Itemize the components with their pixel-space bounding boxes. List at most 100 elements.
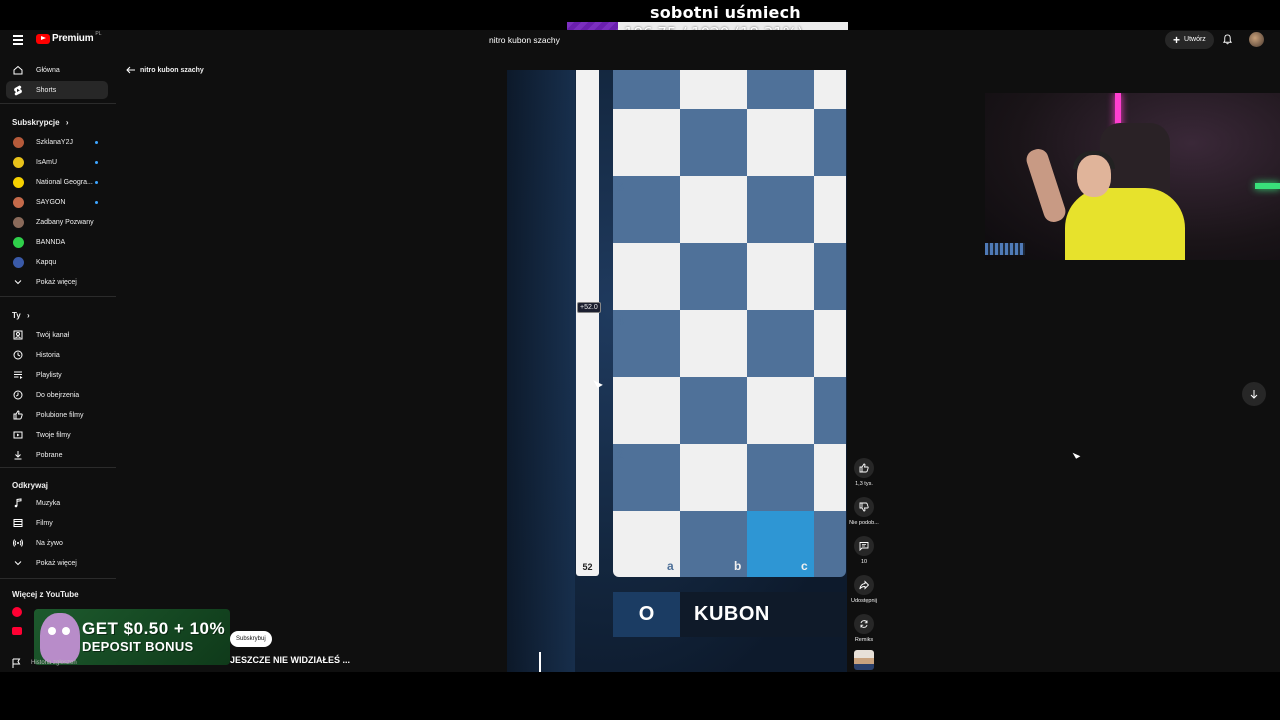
report-history-label: Historia zgłoszeń	[31, 660, 77, 666]
sidebar-item-label: BANNDA	[36, 238, 66, 246]
sidebar: Główna Shorts Subskrypcje › SzklanaY2J Is…	[0, 30, 116, 672]
thumbs-up-icon	[854, 458, 874, 478]
dislike-button[interactable]: Nie podob...	[848, 497, 880, 526]
sound-thumbnail[interactable]	[854, 650, 874, 670]
sidebar-item-your-videos[interactable]: Twoje filmy	[6, 426, 108, 444]
sidebar-item-subscription[interactable]: Pokaż więcej	[6, 273, 108, 291]
sidebar-item-live[interactable]: Na żywo	[6, 534, 108, 552]
playlist-icon	[12, 370, 24, 380]
sidebar-item-label: Polubione filmy	[36, 411, 84, 419]
subscribe-button[interactable]: Subskrybuj	[230, 631, 272, 647]
chess-board: 7 6 5 4 3 2 1 a b c	[613, 70, 846, 577]
sidebar-item-label: National Geogra...	[36, 178, 93, 186]
board-square	[747, 109, 814, 176]
sidebar-item-watch-later[interactable]: Do obejrzenia	[6, 386, 108, 404]
share-label: Udostępnij	[851, 598, 877, 604]
account-avatar[interactable]	[1249, 32, 1264, 47]
sidebar-item-subscription[interactable]: National Geogra...	[6, 173, 108, 191]
board-square	[680, 377, 747, 444]
channel-avatar	[12, 156, 24, 168]
youtube-music-icon[interactable]	[12, 607, 22, 617]
board-square	[680, 109, 747, 176]
create-button[interactable]: + Utwórz	[1165, 31, 1214, 49]
home-icon	[12, 65, 24, 75]
sidebar-divider	[0, 103, 116, 104]
chevron-down-icon	[12, 277, 24, 287]
sidebar-item-subscription[interactable]: Zadbany Pozwany	[6, 213, 108, 231]
board-square	[747, 176, 814, 243]
sidebar-item-label: Twoje filmy	[36, 431, 71, 439]
sidebar-item-playlist[interactable]: Playlisty	[6, 366, 108, 384]
sidebar-item-subscription[interactable]: SzklanaY2J	[6, 133, 108, 151]
back-label: nitro kubon szachy	[140, 66, 204, 74]
board-square	[814, 109, 846, 176]
channel-icon	[12, 330, 24, 340]
sidebar-item-chevron-down[interactable]: Pokaż więcej	[6, 554, 108, 572]
board-square	[814, 70, 846, 109]
board-square	[814, 444, 846, 511]
board-square	[613, 70, 680, 109]
rank-label: 1	[617, 515, 624, 529]
ad-banner[interactable]: GET $0.50 + 10% DEPOSIT BONUS	[34, 609, 230, 665]
sidebar-item-subscription[interactable]: Kapqu	[6, 253, 108, 271]
board-square	[814, 176, 846, 243]
sidebar-item-like[interactable]: Polubione filmy	[6, 406, 108, 424]
music-icon	[12, 498, 24, 508]
sidebar-item-label: Historia	[36, 351, 60, 359]
player-name: KUBON	[694, 603, 770, 625]
like-button[interactable]: 1,3 tys.	[848, 458, 880, 487]
sidebar-item-label: SAYGON	[36, 198, 66, 206]
board-square	[680, 243, 747, 310]
back-button[interactable]: nitro kubon szachy	[126, 66, 204, 74]
sidebar-item-subscription[interactable]: BANNDA	[6, 233, 108, 251]
next-short-button[interactable]	[1242, 382, 1266, 406]
remix-button[interactable]: Remiks	[848, 614, 880, 643]
search-input[interactable]: nitro kubon szachy	[483, 31, 568, 49]
player-background	[507, 70, 575, 672]
channel-avatar	[12, 256, 24, 268]
sidebar-item-film[interactable]: Filmy	[6, 514, 108, 532]
sidebar-item-label: Na żywo	[36, 539, 63, 547]
like-icon	[12, 410, 24, 420]
sidebar-item-music[interactable]: Muzyka	[6, 494, 108, 512]
arrow-down-icon	[1250, 390, 1258, 399]
board-square	[814, 511, 846, 577]
film-icon	[12, 518, 24, 528]
sidebar-item-label: IsAmU	[36, 158, 57, 166]
plus-icon: +	[1173, 33, 1181, 47]
more-from-youtube-label: Więcej z YouTube	[12, 590, 79, 599]
ad-subline: DEPOSIT BONUS	[82, 639, 194, 654]
sidebar-item-report-history[interactable]: Historia zgłoszeń	[12, 658, 77, 668]
player-piece-letter: O	[613, 592, 680, 637]
comment-icon	[854, 536, 874, 556]
bell-icon[interactable]	[1222, 34, 1233, 45]
sidebar-item-label: Pokaż więcej	[36, 278, 77, 286]
rank-label: 6	[617, 180, 624, 194]
sidebar-item-home[interactable]: Główna	[6, 61, 108, 79]
comments-button[interactable]: 10	[848, 536, 880, 565]
sidebar-item-subscription[interactable]: IsAmU	[6, 153, 108, 171]
youtube-kids-icon[interactable]	[12, 627, 22, 635]
channel-avatar	[12, 136, 24, 148]
sidebar-item-history[interactable]: Historia	[6, 346, 108, 364]
player-nameplate: O KUBON	[613, 592, 846, 637]
ad-mascot-image	[40, 613, 80, 663]
shorts-player[interactable]: 52 +52.0 7 6 5 4 3 2 1 a b c O KUBON	[507, 70, 847, 672]
new-content-dot	[95, 200, 98, 204]
board-square	[747, 310, 814, 377]
sidebar-item-channel[interactable]: Twój kanał	[6, 326, 108, 344]
subscriptions-header[interactable]: Subskrypcje ›	[12, 118, 68, 127]
sidebar-item-label: Główna	[36, 66, 60, 74]
live-icon	[12, 538, 24, 548]
share-button[interactable]: Udostępnij	[848, 575, 880, 604]
thumbs-down-icon	[854, 497, 874, 517]
sidebar-item-subscription[interactable]: SAYGON	[6, 193, 108, 211]
board-square	[747, 444, 814, 511]
chevron-right-icon: ›	[65, 118, 69, 127]
video-progress-cursor[interactable]	[539, 652, 541, 672]
sidebar-item-shorts[interactable]: Shorts	[6, 81, 108, 99]
dislike-label: Nie podob...	[849, 520, 879, 526]
you-header[interactable]: Ty ›	[12, 311, 30, 320]
explore-header-label: Odkrywaj	[12, 481, 49, 490]
sidebar-item-download[interactable]: Pobrane	[6, 446, 108, 464]
